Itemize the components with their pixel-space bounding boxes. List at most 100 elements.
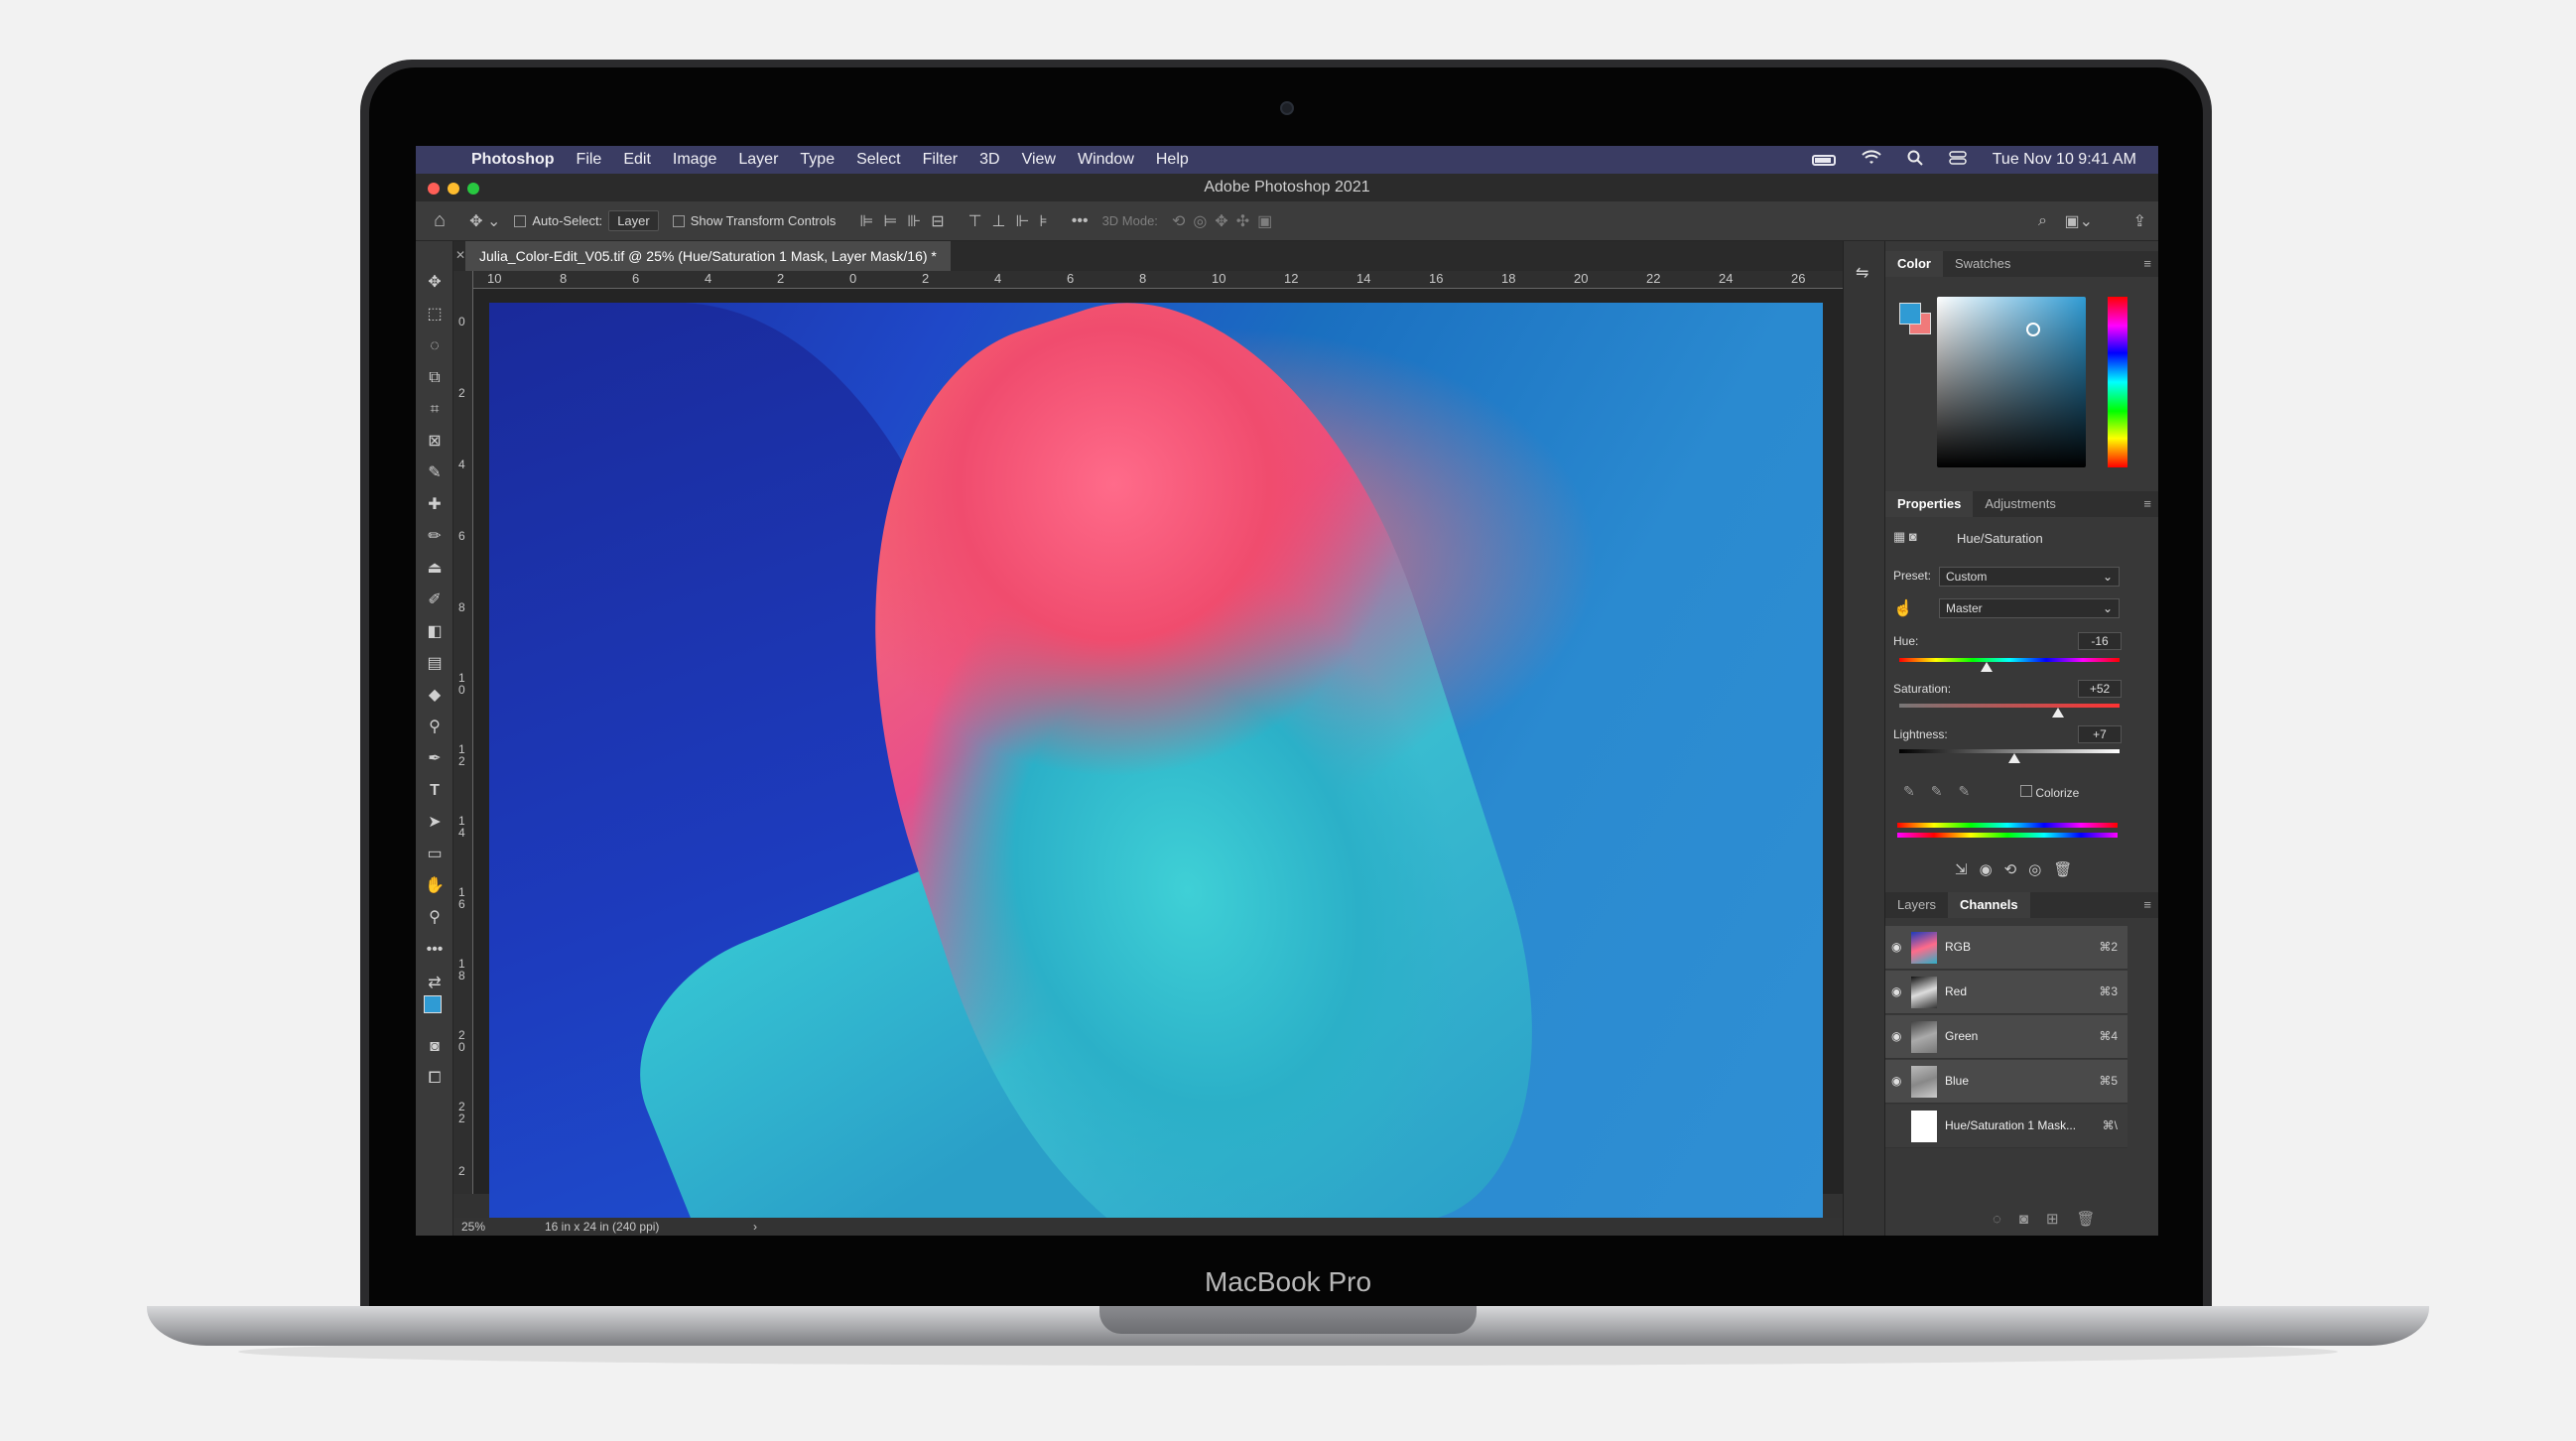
portrait-photo[interactable] xyxy=(489,303,1823,1218)
zoom-level[interactable]: 25% xyxy=(461,1220,485,1234)
align-icons[interactable]: ⊫⊨⊪⊟ xyxy=(859,211,954,231)
more-tools-icon[interactable]: ••• xyxy=(420,938,450,962)
channel-row[interactable]: ◉ Red ⌘3 xyxy=(1885,971,2127,1014)
auto-select-checkbox[interactable] xyxy=(514,214,527,227)
wifi-icon[interactable] xyxy=(1862,149,1881,171)
rectangle-tool-icon[interactable]: ▭ xyxy=(420,843,450,866)
menu-window[interactable]: Window xyxy=(1078,151,1134,169)
hue-slider-thumb[interactable] xyxy=(1981,662,1993,672)
menu-type[interactable]: Type xyxy=(800,151,835,169)
eraser-tool-icon[interactable]: ◧ xyxy=(420,620,450,644)
menu-app-name[interactable]: Photoshop xyxy=(471,151,555,169)
foreground-color-swatch[interactable] xyxy=(424,995,442,1013)
menu-filter[interactable]: Filter xyxy=(923,151,959,169)
home-icon[interactable]: ⌂ xyxy=(434,209,446,232)
clock[interactable]: Tue Nov 10 9:41 AM xyxy=(1993,151,2136,169)
tab-adjustments[interactable]: Adjustments xyxy=(1973,491,2068,517)
lightness-value-field[interactable]: +7 xyxy=(2078,725,2122,743)
hue-value-field[interactable]: -16 xyxy=(2078,632,2122,650)
minimize-window-button[interactable] xyxy=(448,183,459,195)
document-tab[interactable]: Julia_Color-Edit_V05.tif @ 25% (Hue/Satu… xyxy=(465,241,951,271)
menu-select[interactable]: Select xyxy=(856,151,900,169)
channel-row[interactable]: ◉ RGB ⌘2 xyxy=(1885,926,2127,970)
colorize-control[interactable]: Colorize xyxy=(2020,785,2079,800)
eyedropper-tool-icon[interactable]: ✎ xyxy=(420,461,450,485)
channel-row[interactable]: Hue/Saturation 1 Mask... ⌘\ xyxy=(1885,1105,2127,1148)
properties-footer-icons[interactable]: ⇲◉⟲◎🗑 xyxy=(1955,860,2084,878)
control-center-icon[interactable] xyxy=(1948,150,1967,171)
menu-layer[interactable]: Layer xyxy=(738,151,778,169)
spotlight-search-icon[interactable] xyxy=(1907,150,1923,171)
saturation-value-field[interactable]: +52 xyxy=(2078,680,2122,698)
blur-tool-icon[interactable]: ◆ xyxy=(420,684,450,708)
distribute-icons[interactable]: ⊤⊥⊩⊧ xyxy=(968,211,1058,231)
pen-tool-icon[interactable]: ✒ xyxy=(420,747,450,771)
eyedropper-icons[interactable]: ✎✎✎ xyxy=(1903,783,1986,800)
screen-mode-icon[interactable]: ⧠ xyxy=(420,1067,450,1091)
type-tool-icon[interactable]: T xyxy=(420,779,450,803)
brush-tool-icon[interactable]: ✏ xyxy=(420,525,450,549)
show-transform-checkbox[interactable] xyxy=(672,214,685,227)
swap-colors-icon[interactable]: ⇄ xyxy=(420,972,450,995)
channel-row[interactable]: ◉ Green ⌘4 xyxy=(1885,1015,2127,1059)
panel-menu-icon[interactable]: ≡ xyxy=(2143,496,2151,511)
hue-slider-track[interactable] xyxy=(1899,658,2120,662)
tab-swatches[interactable]: Swatches xyxy=(1943,251,2022,277)
dodge-tool-icon[interactable]: ⚲ xyxy=(420,716,450,739)
crop-tool-icon[interactable]: ⌗ xyxy=(420,398,450,422)
battery-icon[interactable] xyxy=(1811,154,1836,166)
auto-select-dropdown[interactable]: Layer xyxy=(608,210,659,231)
path-select-tool-icon[interactable]: ➤ xyxy=(420,811,450,835)
status-menu-chevron-icon[interactable]: › xyxy=(753,1220,757,1234)
gradient-tool-icon[interactable]: ▤ xyxy=(420,652,450,676)
show-transform-control[interactable]: Show Transform Controls xyxy=(672,213,836,228)
history-brush-tool-icon[interactable]: ✐ xyxy=(420,589,450,612)
healing-tool-icon[interactable]: ✚ xyxy=(420,493,450,517)
share-icon[interactable]: ⇪ xyxy=(2133,211,2146,231)
zoom-tool-icon[interactable]: ⚲ xyxy=(420,906,450,930)
tab-channels[interactable]: Channels xyxy=(1948,892,2030,918)
hand-tool-icon[interactable]: ✋ xyxy=(420,874,450,898)
color-picker-cursor[interactable] xyxy=(2026,323,2040,336)
menu-help[interactable]: Help xyxy=(1156,151,1189,169)
saturation-slider-track[interactable] xyxy=(1899,704,2120,708)
channel-row[interactable]: ◉ Blue ⌘5 xyxy=(1885,1060,2127,1104)
tab-color[interactable]: Color xyxy=(1885,251,1943,277)
panel-menu-icon[interactable]: ≡ xyxy=(2143,256,2151,271)
menu-edit[interactable]: Edit xyxy=(623,151,651,169)
visibility-eye-icon[interactable]: ◉ xyxy=(1891,940,1901,954)
menu-image[interactable]: Image xyxy=(673,151,716,169)
move-tool-icon[interactable]: ✥ ⌄ xyxy=(469,211,500,231)
3d-mode-icons[interactable]: ⟲◎✥✣▣ xyxy=(1172,211,1280,231)
saturation-slider-thumb[interactable] xyxy=(2052,708,2064,718)
quick-mask-icon[interactable]: ◙ xyxy=(420,1035,450,1059)
auto-select-control[interactable]: Auto-Select: Layer xyxy=(514,210,659,231)
marquee-tool-icon[interactable]: ⬚ xyxy=(420,303,450,327)
panel-menu-icon[interactable]: ≡ xyxy=(2143,897,2151,912)
menu-file[interactable]: File xyxy=(577,151,602,169)
search-icon[interactable]: ⌕ xyxy=(2038,212,2047,230)
more-options-icon[interactable]: ••• xyxy=(1072,212,1089,230)
tab-properties[interactable]: Properties xyxy=(1885,491,1974,517)
close-window-button[interactable] xyxy=(428,183,440,195)
color-picker-field[interactable] xyxy=(1937,297,2086,467)
preset-dropdown[interactable]: Custom ⌄ xyxy=(1939,567,2120,587)
visibility-eye-icon[interactable]: ◉ xyxy=(1891,1029,1901,1043)
tab-layers[interactable]: Layers xyxy=(1885,892,1948,918)
color-foreground-swatch[interactable] xyxy=(1899,303,1921,325)
targeted-adjustment-hand-icon[interactable]: ☝ xyxy=(1893,598,1913,618)
workspace-icon[interactable]: ▣⌄ xyxy=(2064,211,2093,231)
lasso-tool-icon[interactable]: ◌ xyxy=(420,334,450,358)
hue-strip[interactable] xyxy=(2108,297,2127,467)
object-select-tool-icon[interactable]: ⧉ xyxy=(420,366,450,390)
menu-3d[interactable]: 3D xyxy=(979,151,999,169)
zoom-window-button[interactable] xyxy=(467,183,479,195)
frame-tool-icon[interactable]: ⊠ xyxy=(420,430,450,454)
colorize-checkbox[interactable] xyxy=(2020,785,2032,797)
lightness-slider-thumb[interactable] xyxy=(2008,753,2020,763)
channel-dropdown[interactable]: Master ⌄ xyxy=(1939,598,2120,618)
visibility-eye-icon[interactable]: ◉ xyxy=(1891,984,1901,998)
stamp-tool-icon[interactable]: ⏏ xyxy=(420,557,450,581)
history-panel-icon[interactable]: ⇋ xyxy=(1856,263,1868,283)
channels-footer-icons[interactable]: ◌◙⊞🗑 xyxy=(1993,1210,2114,1228)
